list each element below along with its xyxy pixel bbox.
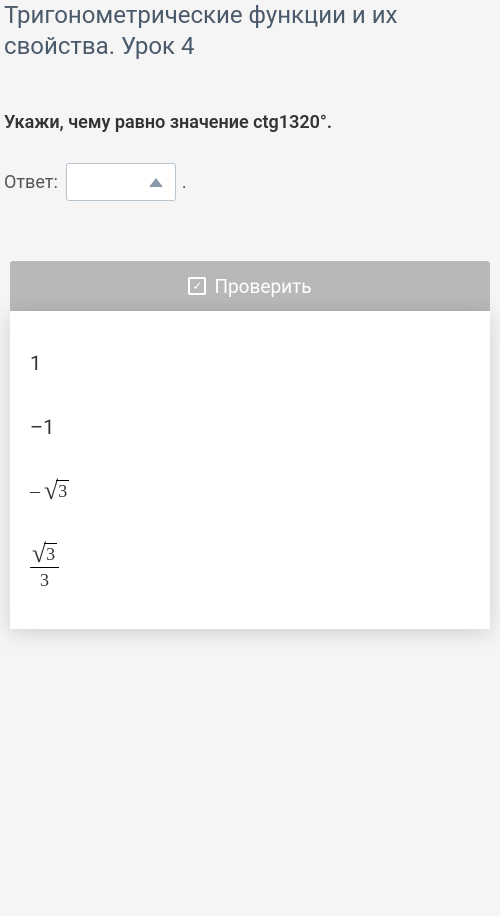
check-button[interactable]: ✓ Проверить xyxy=(10,261,490,311)
minus-sign: – xyxy=(30,480,40,503)
fraction-expression: √ 3 3 xyxy=(30,541,59,591)
option-value: –1 xyxy=(30,415,54,439)
option-1[interactable]: 1 xyxy=(10,331,490,395)
sqrt-expression: √ 3 xyxy=(44,478,69,504)
option-2[interactable]: –1 xyxy=(10,395,490,459)
page-title: Тригонометрические функции и их свойства… xyxy=(0,0,500,82)
answer-period: . xyxy=(182,172,187,193)
dropdown-options-panel: 1 –1 – √ 3 √ 3 3 xyxy=(10,311,490,629)
sqrt-arg: 3 xyxy=(44,543,57,565)
question-text: Укажи, чему равно значение ctg1320°. xyxy=(0,82,500,153)
check-button-label: Проверить xyxy=(214,275,311,298)
option-3[interactable]: – √ 3 xyxy=(10,459,490,523)
answer-dropdown[interactable] xyxy=(66,163,176,201)
sqrt-arg: 3 xyxy=(56,480,69,502)
chevron-up-icon xyxy=(149,178,163,187)
fraction-denominator: 3 xyxy=(30,567,59,591)
sqrt-expression: √ 3 xyxy=(32,541,57,567)
answer-row: Ответ: . xyxy=(0,153,500,241)
answer-label: Ответ: xyxy=(4,172,58,193)
option-4[interactable]: √ 3 3 xyxy=(10,523,490,609)
fraction-numerator: √ 3 xyxy=(32,541,57,567)
option-value: 1 xyxy=(30,351,41,375)
check-icon: ✓ xyxy=(188,277,206,295)
